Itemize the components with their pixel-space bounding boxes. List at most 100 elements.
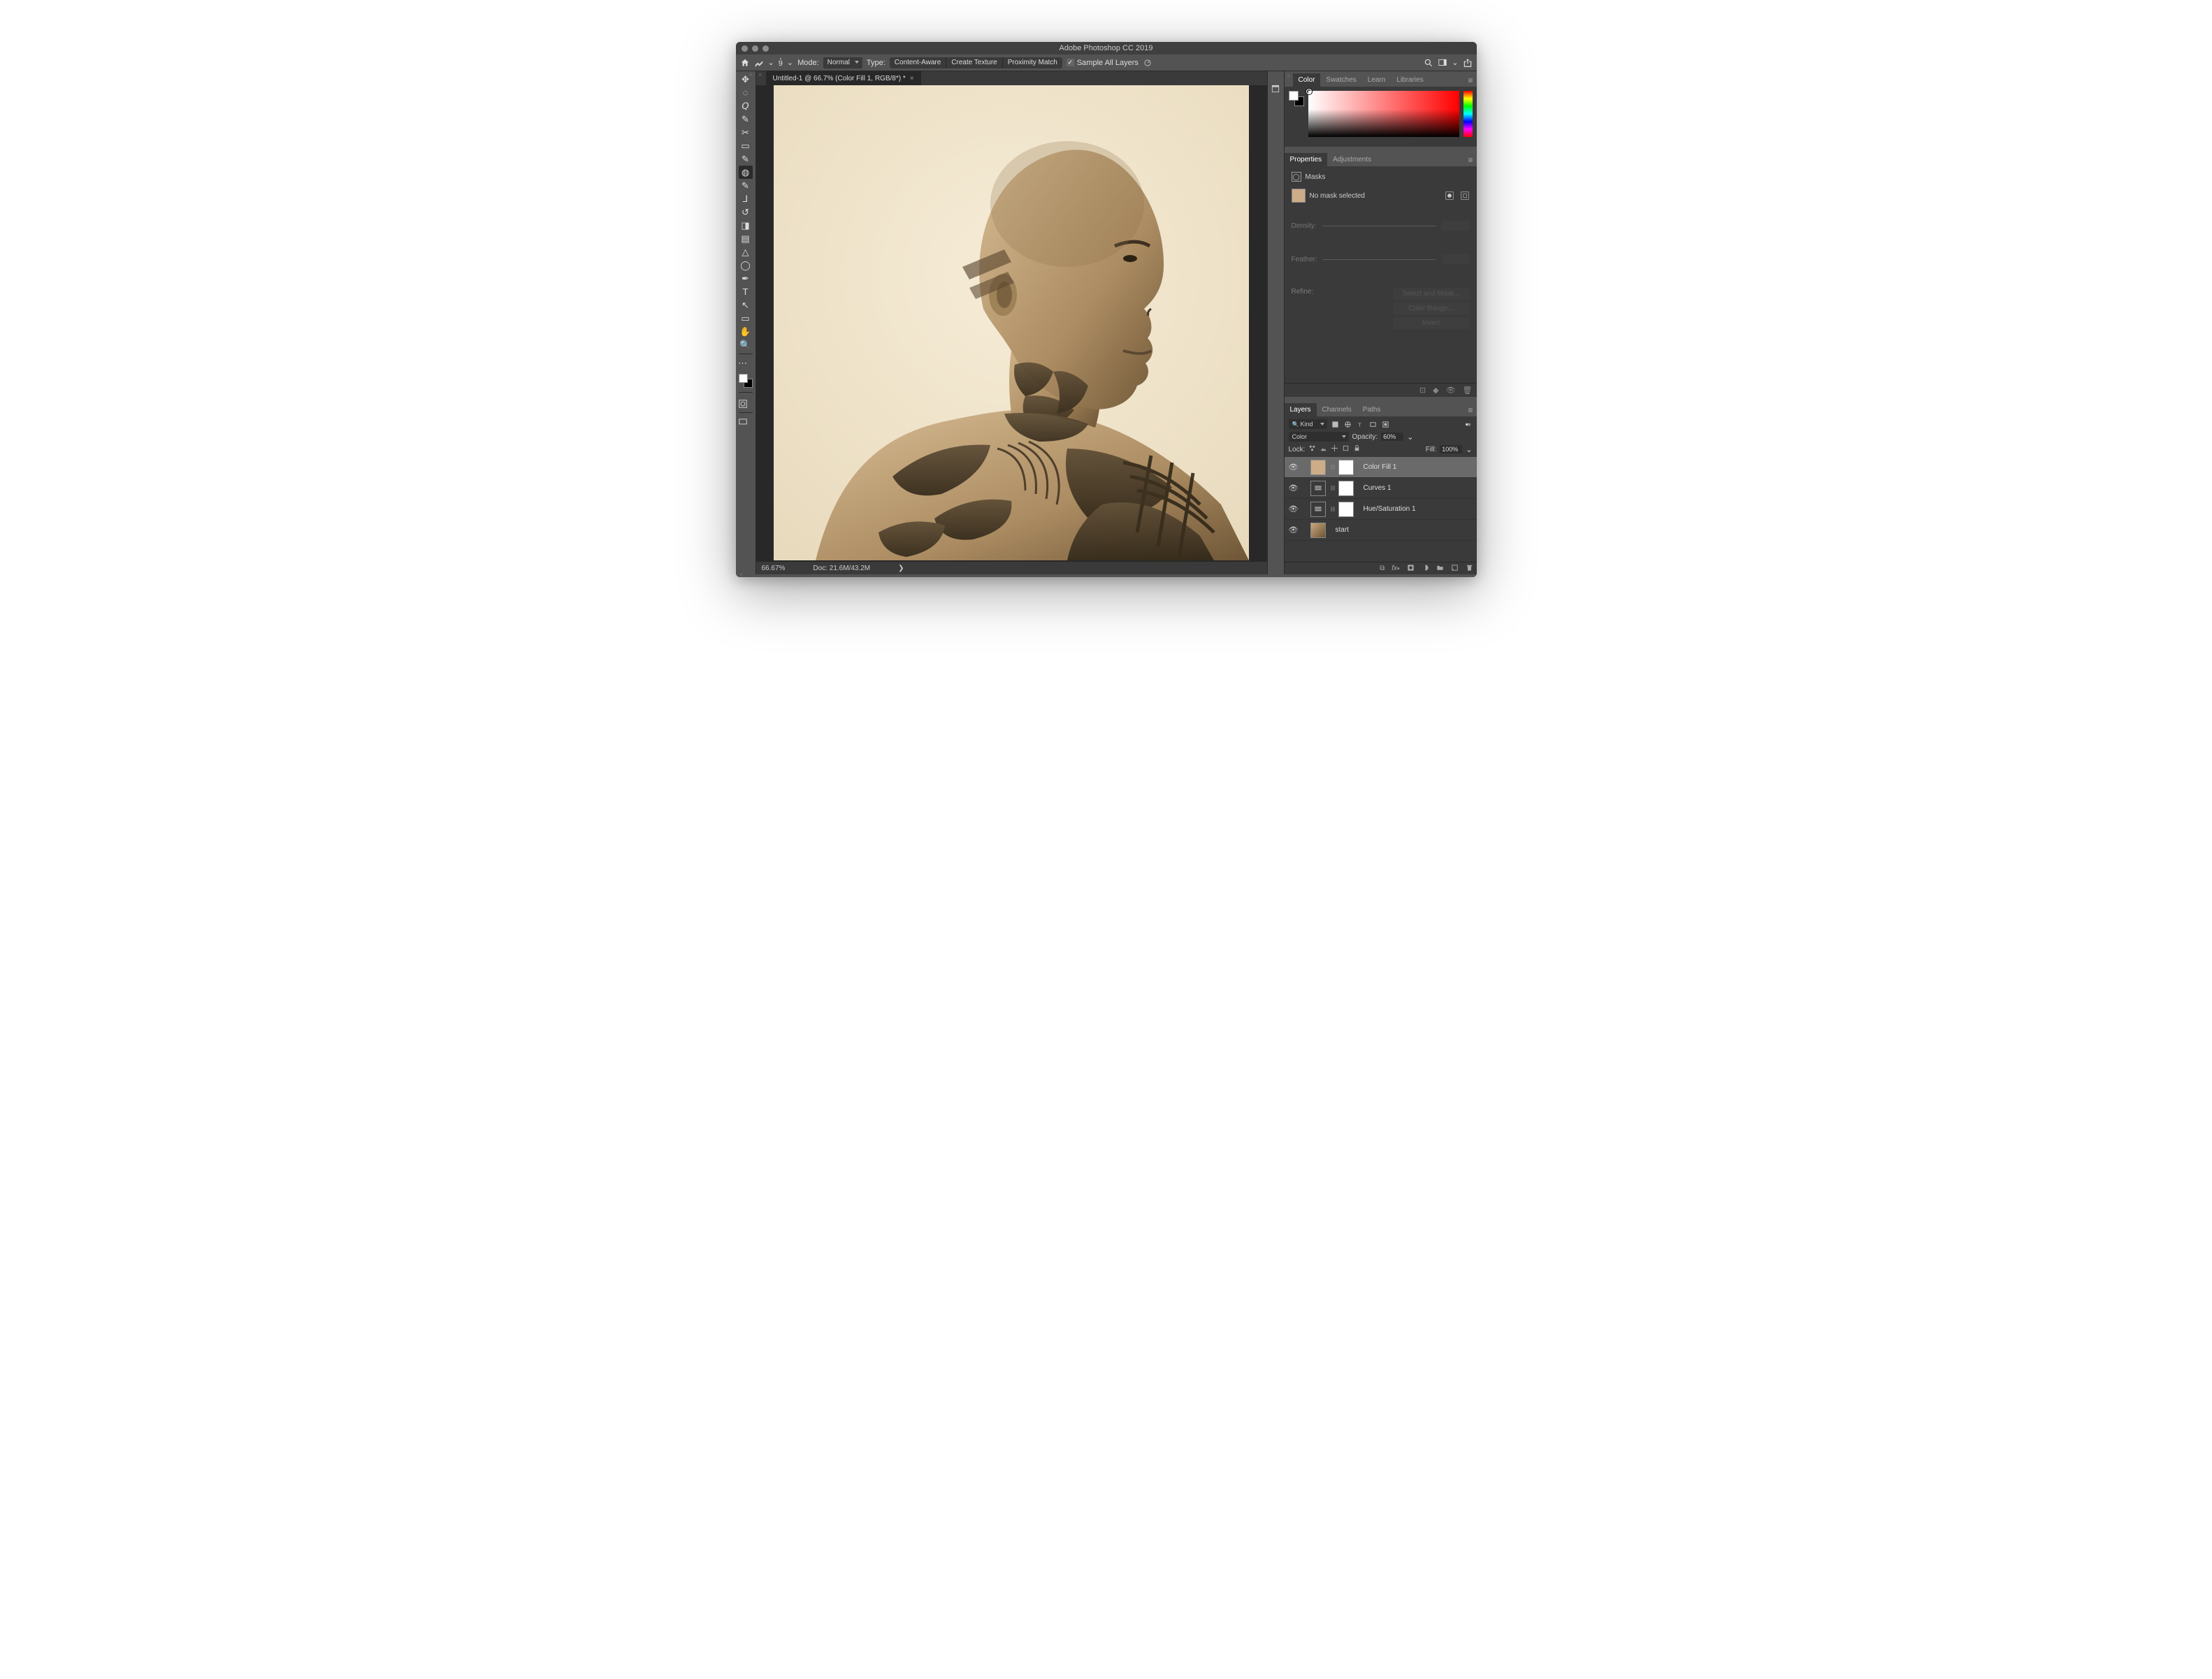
canvas[interactable] bbox=[774, 85, 1249, 560]
link-layers-icon[interactable]: ⧉ bbox=[1380, 565, 1385, 572]
new-group-icon[interactable] bbox=[1436, 564, 1444, 574]
history-panel-icon[interactable] bbox=[1271, 84, 1280, 94]
collapse-icon[interactable]: « bbox=[759, 71, 762, 78]
sample-all-layers-checkbox[interactable]: Sample All Layers bbox=[1067, 59, 1138, 67]
link-icon[interactable]: ⛓ bbox=[1330, 465, 1334, 470]
visibility-toggle-icon[interactable]: 👁 bbox=[1288, 463, 1299, 472]
layer-fx-icon[interactable]: fx▾ bbox=[1391, 565, 1399, 572]
tab-learn[interactable]: Learn bbox=[1362, 73, 1391, 87]
quick-select-tool[interactable]: ✎ bbox=[739, 112, 753, 126]
color-fgbg-swatches[interactable] bbox=[1289, 91, 1304, 106]
visibility-toggle-icon[interactable]: 👁 bbox=[1288, 525, 1299, 535]
zoom-tool[interactable]: 🔍 bbox=[739, 338, 753, 351]
collapse-icon[interactable]: « bbox=[740, 571, 743, 577]
collapse-icon[interactable]: « bbox=[1287, 73, 1290, 79]
blend-mode-select[interactable]: Normal bbox=[823, 57, 862, 68]
zoom-level[interactable]: 66.67% bbox=[762, 565, 786, 572]
chevron-down-icon[interactable]: ⌄ bbox=[768, 58, 774, 67]
eraser-tool[interactable]: ◨ bbox=[739, 219, 753, 232]
layer-thumbnail[interactable] bbox=[1310, 502, 1326, 517]
foreground-color-swatch[interactable] bbox=[1289, 91, 1299, 101]
lasso-tool[interactable]: 𝘘 bbox=[739, 99, 753, 112]
lock-all-icon[interactable] bbox=[1353, 444, 1361, 454]
link-icon[interactable]: ⛓ bbox=[1330, 486, 1334, 491]
history-brush-tool[interactable]: ↺ bbox=[739, 205, 753, 219]
ellipsis-icon[interactable]: ⋯ bbox=[736, 356, 750, 370]
tab-channels[interactable]: Channels bbox=[1317, 403, 1357, 416]
doc-size[interactable]: Doc: 21.6M/43.2M bbox=[813, 565, 870, 572]
load-selection-icon[interactable]: ⊡ bbox=[1419, 386, 1426, 395]
rectangle-tool[interactable]: ▭ bbox=[739, 312, 753, 325]
brush-size-indicator[interactable]: ●9 bbox=[779, 57, 783, 68]
hue-slider[interactable] bbox=[1463, 91, 1473, 137]
opacity-input[interactable]: 60% bbox=[1381, 433, 1403, 441]
chevron-down-icon[interactable]: ⌄ bbox=[1466, 445, 1472, 454]
delete-mask-icon[interactable]: 🗑 bbox=[1463, 386, 1473, 395]
document-tab[interactable]: Untitled-1 @ 66.7% (Color Fill 1, RGB/8*… bbox=[766, 71, 921, 85]
tab-libraries[interactable]: Libraries bbox=[1391, 73, 1429, 87]
hand-tool[interactable]: ✋ bbox=[739, 325, 753, 338]
filter-smart-icon[interactable] bbox=[1381, 420, 1390, 429]
marquee-tool[interactable]: ◌ bbox=[739, 86, 753, 99]
quick-mask-icon[interactable] bbox=[736, 397, 750, 410]
filter-toggle-icon[interactable] bbox=[1463, 420, 1473, 429]
share-icon[interactable] bbox=[1463, 58, 1473, 68]
visibility-toggle-icon[interactable]: 👁 bbox=[1288, 484, 1299, 493]
pen-tool[interactable]: ✒ bbox=[739, 272, 753, 285]
disable-mask-icon[interactable]: 👁 bbox=[1446, 386, 1456, 395]
tab-paths[interactable]: Paths bbox=[1357, 403, 1387, 416]
home-icon[interactable] bbox=[740, 58, 750, 68]
tab-adjustments[interactable]: Adjustments bbox=[1327, 153, 1377, 166]
dodge-tool[interactable]: ◯ bbox=[739, 259, 753, 272]
tab-properties[interactable]: Properties bbox=[1285, 153, 1328, 166]
close-tab-icon[interactable]: × bbox=[910, 75, 914, 82]
layer-row[interactable]: 👁⛓Curves 1 bbox=[1285, 478, 1477, 499]
layer-filter-select[interactable]: 🔍Kind bbox=[1289, 419, 1327, 429]
statusbar-arrow-icon[interactable]: ❯ bbox=[898, 565, 904, 572]
fill-input[interactable]: 100% bbox=[1440, 445, 1462, 453]
lock-artboard-icon[interactable] bbox=[1342, 444, 1350, 454]
pixel-mask-icon[interactable] bbox=[1445, 191, 1454, 201]
content-aware-button[interactable]: Content-Aware bbox=[890, 57, 946, 68]
path-select-tool[interactable]: ↖ bbox=[739, 298, 753, 312]
visibility-toggle-icon[interactable]: 👁 bbox=[1288, 504, 1299, 514]
layer-row[interactable]: 👁⛓Hue/Saturation 1 bbox=[1285, 499, 1477, 520]
tab-swatches[interactable]: Swatches bbox=[1320, 73, 1361, 87]
pressure-icon[interactable] bbox=[1143, 58, 1152, 68]
workspace-icon[interactable] bbox=[1438, 58, 1447, 68]
create-texture-button[interactable]: Create Texture bbox=[946, 57, 1002, 68]
lock-position-icon[interactable] bbox=[1331, 444, 1338, 454]
screen-mode-icon[interactable] bbox=[736, 415, 750, 428]
mask-thumbnail[interactable] bbox=[1338, 460, 1354, 475]
blend-mode-select[interactable]: Color bbox=[1289, 432, 1349, 442]
crop-tool[interactable]: ✂ bbox=[739, 126, 753, 139]
filter-pixel-icon[interactable] bbox=[1331, 420, 1340, 429]
layer-row[interactable]: 👁start bbox=[1285, 520, 1477, 541]
panel-menu-icon[interactable]: ≡ bbox=[1464, 404, 1476, 416]
add-mask-icon[interactable] bbox=[1407, 564, 1415, 574]
color-field[interactable] bbox=[1308, 91, 1459, 137]
panel-menu-icon[interactable]: ≡ bbox=[1464, 74, 1476, 87]
lock-image-icon[interactable] bbox=[1320, 444, 1327, 454]
new-adjustment-icon[interactable] bbox=[1422, 564, 1429, 574]
chevron-down-icon[interactable]: ⌄ bbox=[1452, 58, 1458, 67]
tab-color[interactable]: Color bbox=[1293, 73, 1321, 87]
filter-adjustment-icon[interactable] bbox=[1343, 420, 1352, 429]
lock-transparent-icon[interactable] bbox=[1308, 444, 1316, 454]
layer-thumbnail[interactable] bbox=[1310, 481, 1326, 496]
gradient-tool[interactable]: ▤ bbox=[739, 232, 753, 245]
collapse-icon[interactable]: » bbox=[1470, 574, 1473, 577]
spot-heal-tool[interactable]: ◍ bbox=[739, 166, 753, 179]
frame-tool[interactable]: ▭ bbox=[739, 139, 753, 152]
apply-mask-icon[interactable]: ◆ bbox=[1433, 386, 1438, 395]
delete-layer-icon[interactable] bbox=[1466, 564, 1473, 574]
tool-preset-icon[interactable] bbox=[754, 58, 764, 68]
foreground-color-swatch[interactable] bbox=[739, 374, 748, 383]
eyedropper-tool[interactable]: ✎ bbox=[739, 152, 753, 166]
mask-thumbnail[interactable] bbox=[1338, 481, 1354, 496]
type-tool[interactable]: T bbox=[739, 285, 753, 298]
chevron-down-icon[interactable]: ⌄ bbox=[1407, 433, 1413, 442]
mask-thumbnail[interactable] bbox=[1338, 502, 1354, 517]
clone-stamp-tool[interactable]: ⅃ bbox=[739, 192, 753, 205]
chevron-down-icon[interactable]: ⌄ bbox=[787, 58, 793, 67]
